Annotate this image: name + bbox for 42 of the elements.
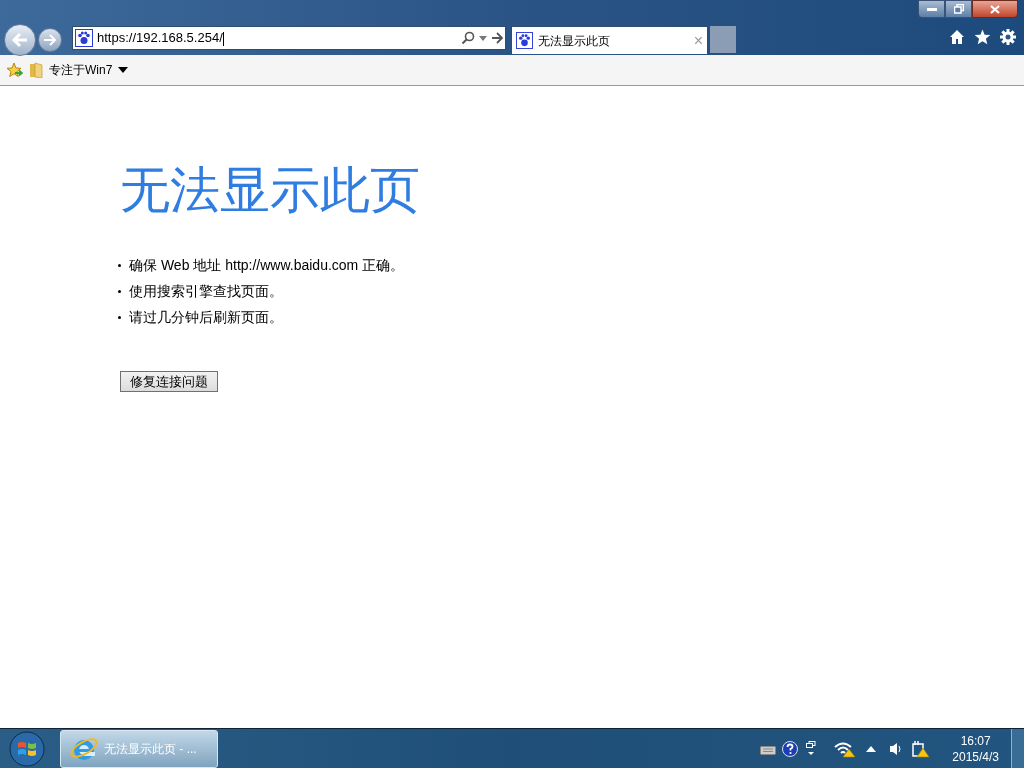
- close-icon: [990, 4, 1000, 14]
- forward-button[interactable]: [38, 28, 62, 52]
- network-warning-icon[interactable]: [911, 740, 930, 758]
- start-button[interactable]: [7, 728, 47, 768]
- close-button[interactable]: [972, 0, 1018, 18]
- restore-button[interactable]: [945, 0, 972, 18]
- tab-title: 无法显示此页: [538, 32, 611, 50]
- minimize-icon: [926, 7, 937, 11]
- paw-icon: [75, 29, 93, 47]
- wifi-warning-icon[interactable]: [834, 740, 857, 758]
- folder-icon: [29, 62, 43, 78]
- forward-arrow-icon: [43, 34, 57, 46]
- browser-tab[interactable]: 无法显示此页 ×: [511, 26, 708, 54]
- page-heading: 无法显示此页: [120, 160, 420, 220]
- paw-icon: [516, 32, 533, 49]
- address-field[interactable]: https://192.168.5.254/: [72, 26, 506, 50]
- speaker-icon[interactable]: [889, 742, 902, 756]
- suggestion-text: 确保 Web 地址 http://www.baidu.com 正确。: [129, 256, 405, 275]
- show-hidden-icons-arrow[interactable]: [866, 746, 877, 752]
- suggestion-text: 请过几分钟后刷新页面。: [129, 308, 283, 327]
- home-icon[interactable]: [949, 29, 965, 45]
- keyboard-icon[interactable]: [760, 743, 777, 755]
- settings-icon[interactable]: [1000, 29, 1016, 45]
- minimize-button[interactable]: [918, 0, 945, 18]
- help-icon[interactable]: [782, 741, 799, 757]
- back-arrow-icon: [11, 32, 29, 48]
- restore-icon: [953, 4, 964, 14]
- fix-connection-button[interactable]: 修复连接问题: [120, 371, 218, 392]
- go-arrow-icon[interactable]: [491, 32, 503, 44]
- clock[interactable]: 16:07 2015/4/3: [952, 733, 999, 765]
- caret-icon[interactable]: [479, 35, 487, 41]
- back-button[interactable]: [4, 24, 36, 56]
- clock-time: 16:07: [960, 733, 991, 749]
- address-text: https://192.168.5.254/: [97, 29, 225, 48]
- favorites-folder[interactable]: 专注于Win7: [29, 61, 129, 79]
- windows-switch-icon[interactable]: [806, 741, 817, 757]
- clock-date: 2015/4/3: [952, 749, 999, 765]
- favorites-star-icon[interactable]: [6, 62, 23, 78]
- suggestion-text: 使用搜索引擎查找页面。: [129, 282, 283, 301]
- star-icon[interactable]: [974, 29, 991, 45]
- search-icon[interactable]: [461, 31, 475, 45]
- caret-icon: [118, 67, 129, 73]
